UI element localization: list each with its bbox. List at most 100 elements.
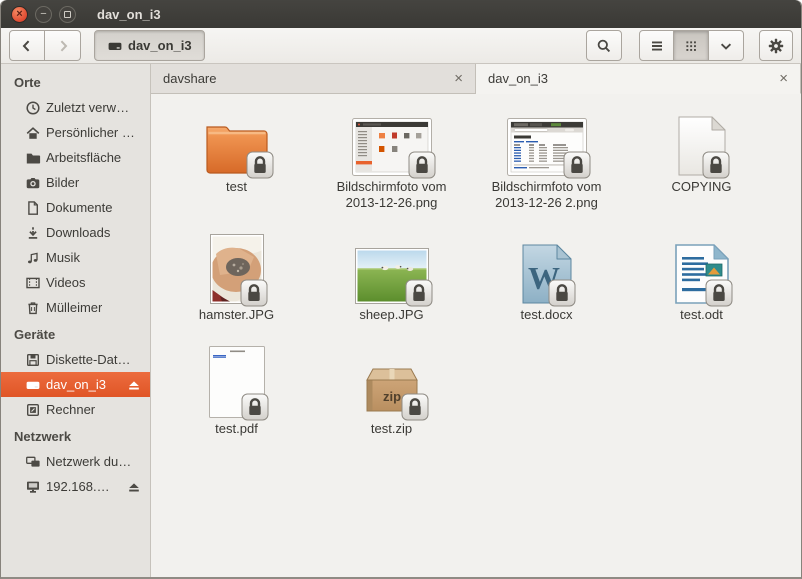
places-sidebar: Orte Zuletzt verw… Persönlicher …Arbeitsfl… [1,64,151,577]
file-label: sheep.JPG [359,307,423,323]
file-label: test.odt [680,307,723,323]
harddrive-icon [107,38,123,54]
sidebar-item-diskette-dat[interactable]: Diskette-Dat… [1,347,150,372]
gear-icon [768,38,784,54]
sidebar-item-label: Rechner [46,402,95,417]
sidebar-section-title-orte: Orte [1,68,150,95]
main-area: Orte Zuletzt verw… Persönlicher …Arbeitsfl… [1,64,801,577]
file-thumbnail [204,98,270,176]
lock-emblem-icon [702,151,730,179]
file-item-test[interactable]: test [159,96,314,195]
file-item-hamster-jpg[interactable]: hamster.JPG [159,224,314,323]
eject-icon[interactable] [127,378,141,392]
download-icon [25,225,41,241]
list-view-button[interactable] [639,30,674,61]
trash-icon [25,300,41,316]
camera-icon [25,175,41,191]
sidebar-item-videos[interactable]: Videos [1,270,150,295]
file-item-sheep-jpg[interactable]: sheep.JPG [314,224,469,323]
file-thumbnail [678,98,726,176]
sidebar-item-label: Downloads [46,225,110,240]
file-label: Bildschirmfoto vom 2013-12-26 2.png [476,179,618,212]
titlebar[interactable]: × − dav_on_i3 [1,0,801,28]
settings-button[interactable] [759,30,793,61]
pdf-thumb [209,346,265,418]
file-label: Bildschirmfoto vom 2013-12-26.png [321,179,463,212]
photo-hamster-thumb [210,234,264,304]
history-nav-group [9,30,81,61]
tab-dav-on-i3[interactable]: dav_on_i3× [476,64,801,94]
window-title: dav_on_i3 [97,7,161,22]
file-manager-window: × − dav_on_i3 dav_on_i3 Orte Zuletzt verw… [0,0,802,579]
close-icon[interactable]: × [452,71,465,86]
sidebar-item-netzwerk-du[interactable]: Netzwerk du… [1,449,150,474]
file-label: hamster.JPG [199,307,274,323]
lock-emblem-icon [548,279,576,307]
forward-button[interactable] [45,30,81,61]
file-thumbnail [355,226,429,304]
sidebar-item-rechner[interactable]: Rechner [1,397,150,422]
tab-label: davshare [163,71,216,86]
back-button[interactable] [9,30,45,61]
maximize-glyph [64,11,71,18]
home-icon [25,125,41,141]
list-view-icon [649,38,665,54]
sidebar-item-192-168[interactable]: 192.168.… [1,474,150,499]
sidebar-item-arbeitsfl-che[interactable]: Arbeitsfläche [1,145,150,170]
file-thumbnail [209,340,265,418]
sidebar-section-title-netzwerk: Netzwerk [1,422,150,449]
chevron-down-icon [718,38,734,54]
sidebar-item-label: Videos [46,275,86,290]
lock-emblem-icon [240,279,268,307]
file-grid[interactable]: testBildschirmfoto vom 2013-12-26.png Bil… [151,94,801,577]
sidebar-item-m-lleimer[interactable]: Mülleimer [1,295,150,320]
lock-emblem-icon [705,279,733,307]
tab-bar: davshare×dav_on_i3× [151,64,801,94]
tab-davshare[interactable]: davshare × [151,64,476,94]
back-icon [19,38,35,54]
sidebar-item-pers-nlicher[interactable]: Persönlicher … [1,120,150,145]
sidebar-item-zuletzt-verw[interactable]: Zuletzt verw… [1,95,150,120]
sidebar-item-label: Zuletzt verw… [46,100,129,115]
search-button[interactable] [586,30,622,61]
file-item-test-docx[interactable]: Wtest.docx [469,224,624,323]
minimize-window-icon[interactable]: − [35,6,52,23]
grid-view-button[interactable] [674,30,709,61]
path-button-label: dav_on_i3 [128,38,192,53]
grid-view-icon [683,38,699,54]
close-window-icon[interactable]: × [11,6,28,23]
photo-sheep-thumb [355,248,429,304]
odt-thumb [675,244,729,304]
file-item-bildschirmfoto-vom-2013-12-26-png[interactable]: Bildschirmfoto vom 2013-12-26.png [314,96,469,212]
docx-thumb: W [522,244,572,304]
music-icon [25,250,41,266]
maximize-window-icon[interactable] [59,6,76,23]
sidebar-item-label: Netzwerk du… [46,454,131,469]
text-thumb [678,116,726,176]
file-label: test.docx [520,307,572,323]
view-options-button[interactable] [709,30,744,61]
svg-text:zip: zip [382,389,400,404]
file-item-test-odt[interactable]: test.odt [624,224,779,323]
sidebar-item-downloads[interactable]: Downloads [1,220,150,245]
eject-icon[interactable] [127,480,141,494]
path-button[interactable]: dav_on_i3 [94,30,205,61]
forward-icon [55,38,71,54]
sidebar-item-dokumente[interactable]: Dokumente [1,195,150,220]
lock-emblem-icon [401,393,429,421]
harddrive-icon [25,377,41,393]
sidebar-item-musik[interactable]: Musik [1,245,150,270]
folder-thumb [204,120,270,176]
content-area: davshare×dav_on_i3× testBildschirmfoto v… [151,64,801,577]
file-item-bildschirmfoto-vom-2013-12-26-2-png[interactable]: Bildschirmfoto vom 2013-12-26 2.png [469,96,624,212]
close-icon[interactable]: × [777,71,790,86]
sidebar-item-dav-on-i3[interactable]: dav_on_i3 [1,372,150,397]
file-item-copying[interactable]: COPYING [624,96,779,195]
file-item-test-pdf[interactable]: test.pdf [159,338,314,437]
film-icon [25,275,41,291]
sidebar-item-label: Bilder [46,175,79,190]
lock-emblem-icon [408,151,436,179]
file-item-test-zip[interactable]: ziptest.zip [314,338,469,437]
sidebar-item-bilder[interactable]: Bilder [1,170,150,195]
file-label: COPYING [672,179,732,195]
